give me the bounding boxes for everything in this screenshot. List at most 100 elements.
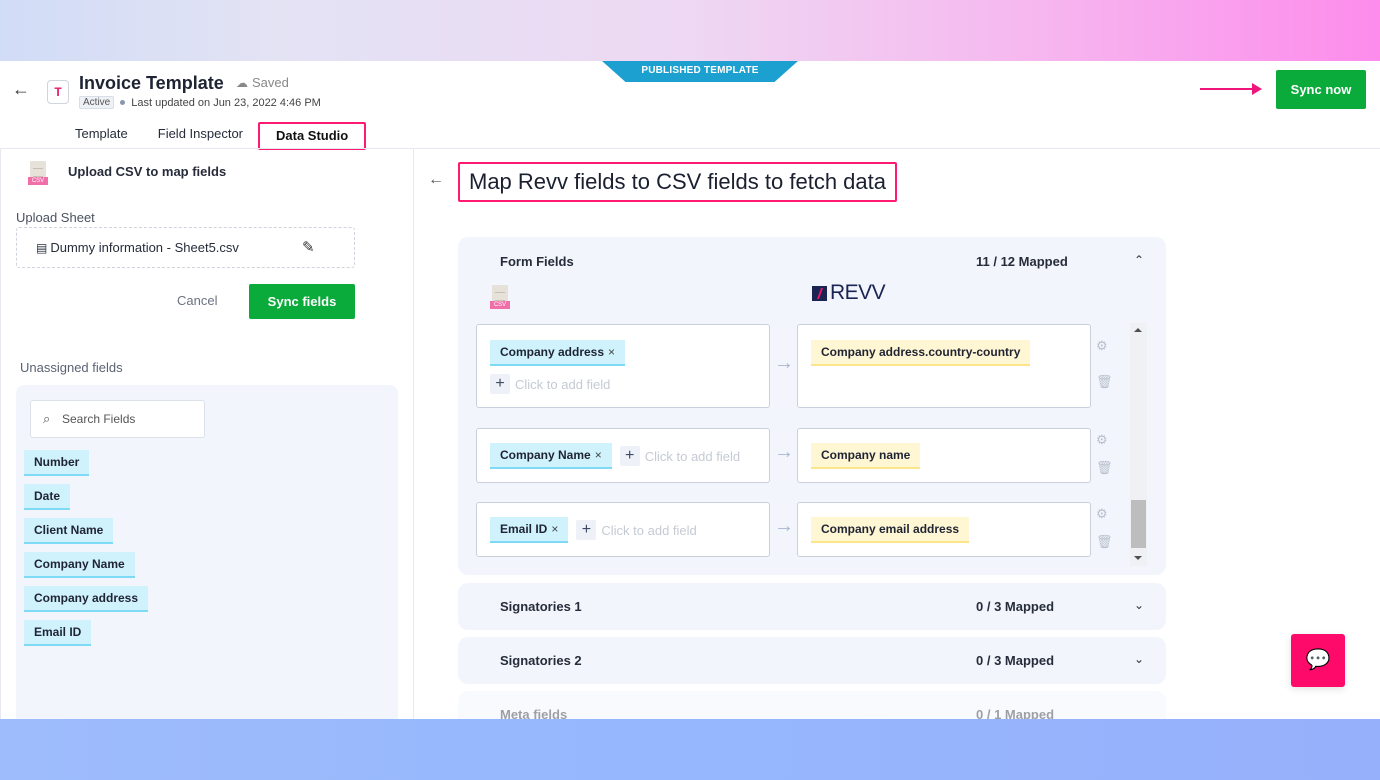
main-back-arrow-icon[interactable]: ← bbox=[428, 171, 444, 189]
trash-icon[interactable]: 🗑 bbox=[1096, 460, 1113, 476]
mapping-arrow-icon: → bbox=[774, 441, 794, 463]
trash-icon[interactable]: 🗑 bbox=[1096, 534, 1113, 550]
mapping-arrow-icon: → bbox=[774, 352, 794, 374]
revv-logo: REVV bbox=[812, 281, 886, 305]
revv-field-chip-wrap: Company address.country-country bbox=[811, 340, 1031, 366]
revv-field-chip: Company email address bbox=[811, 517, 970, 543]
tab-bar: Template Field Inspector Data Studio bbox=[60, 122, 367, 150]
add-field-placeholder: Click to add field bbox=[601, 522, 697, 538]
scroll-up-icon[interactable] bbox=[1134, 328, 1142, 332]
meta-line: Active Last updated on Jun 23, 2022 4:46… bbox=[79, 96, 321, 109]
section-meta-fields[interactable]: Meta fields 0 / 1 Mapped bbox=[458, 691, 1166, 719]
cancel-button[interactable]: Cancel bbox=[177, 293, 217, 308]
sync-fields-button[interactable]: Sync fields bbox=[249, 284, 355, 319]
unassigned-field-chip[interactable]: Client Name bbox=[24, 518, 114, 544]
csv-field-name: Company Name bbox=[500, 448, 591, 462]
add-field-button[interactable]: + Click to add field bbox=[490, 374, 610, 394]
unassigned-field-list: Number Date Client Name Company Name Com… bbox=[24, 450, 149, 646]
cloud-upload-icon: ☁ bbox=[236, 76, 248, 90]
document-initial: T bbox=[54, 85, 62, 99]
chat-icon: 💬 bbox=[1305, 649, 1331, 671]
unassigned-field-chip[interactable]: Email ID bbox=[24, 620, 92, 646]
revv-field-box[interactable]: Company name bbox=[797, 428, 1091, 483]
scroll-thumb[interactable] bbox=[1131, 500, 1146, 548]
csv-field-box[interactable]: Company Name × + Click to add field bbox=[476, 428, 770, 483]
csv-field-chip-wrap: Company address × bbox=[490, 340, 626, 366]
uploaded-file-box[interactable]: ▤ Dummy information - Sheet5.csv ✎ bbox=[16, 227, 355, 268]
remove-icon[interactable]: × bbox=[595, 448, 602, 462]
csv-field-chip[interactable]: Company address × bbox=[490, 340, 626, 366]
gear-icon[interactable]: ⚙ bbox=[1096, 432, 1108, 448]
back-arrow-icon[interactable]: ← bbox=[12, 79, 30, 100]
unassigned-fields-panel: ⌕ Number Date Client Name Company Name C… bbox=[16, 385, 398, 719]
section-title: Signatories 2 bbox=[500, 653, 582, 668]
revv-logo-text: REVV bbox=[830, 281, 886, 304]
mapping-arrow-icon: → bbox=[774, 515, 794, 537]
section-mapped-count: 11 / 12 Mapped bbox=[976, 254, 1068, 269]
tab-data-studio[interactable]: Data Studio bbox=[258, 122, 367, 150]
trash-icon[interactable]: 🗑 bbox=[1096, 374, 1113, 390]
chevron-up-icon[interactable]: ⌃ bbox=[1134, 253, 1144, 267]
revv-field-chip-wrap: Company email address bbox=[811, 517, 970, 543]
revv-logo-mark bbox=[812, 285, 827, 301]
saved-status-text: Saved bbox=[252, 75, 289, 90]
csv-field-chip[interactable]: Email ID × bbox=[490, 517, 569, 543]
left-panel: CSV Upload CSV to map fields Upload Shee… bbox=[0, 149, 414, 719]
page-title: Invoice Template bbox=[79, 73, 224, 93]
csv-field-box[interactable]: Company address × + Click to add field bbox=[476, 324, 770, 408]
last-updated: Last updated on Jun 23, 2022 4:46 PM bbox=[131, 96, 321, 109]
status-badge: Active bbox=[79, 96, 115, 109]
chevron-down-icon[interactable]: ⌄ bbox=[1134, 652, 1144, 666]
add-field-button[interactable]: + Click to add field bbox=[619, 446, 740, 466]
tab-template[interactable]: Template bbox=[60, 122, 143, 150]
csv-field-box[interactable]: Email ID × + Click to add field bbox=[476, 502, 770, 557]
csv-field-name: Company address bbox=[500, 345, 605, 359]
revv-field-box[interactable]: Company address.country-country bbox=[797, 324, 1091, 408]
left-panel-border bbox=[0, 149, 1, 719]
plus-icon: + bbox=[619, 446, 640, 466]
revv-field-chip: Company name bbox=[811, 443, 921, 469]
chat-button[interactable]: 💬 bbox=[1291, 634, 1345, 687]
file-name: Dummy information - Sheet5.csv bbox=[50, 240, 239, 255]
csv-column-icon: CSV bbox=[490, 285, 510, 311]
csv-file-label: CSV bbox=[28, 177, 48, 185]
scroll-down-icon[interactable] bbox=[1134, 556, 1142, 560]
search-input[interactable] bbox=[62, 401, 202, 437]
upload-title: Upload CSV to map fields bbox=[68, 164, 227, 179]
remove-icon[interactable]: × bbox=[608, 345, 615, 359]
section-signatories-2[interactable]: Signatories 2 0 / 3 Mapped ⌄ bbox=[458, 637, 1166, 684]
published-banner: PUBLISHED TEMPLATE bbox=[602, 61, 798, 82]
unassigned-field-chip[interactable]: Company Name bbox=[24, 552, 135, 578]
remove-icon[interactable]: × bbox=[551, 522, 558, 536]
add-field-button[interactable]: + Click to add field bbox=[576, 520, 697, 540]
file-icon: ▤ bbox=[36, 241, 48, 255]
bottom-gradient-band bbox=[0, 719, 1380, 780]
gear-icon[interactable]: ⚙ bbox=[1096, 506, 1108, 522]
unassigned-field-chip[interactable]: Date bbox=[24, 484, 71, 510]
search-icon: ⌕ bbox=[43, 411, 51, 426]
separator-dot bbox=[120, 100, 126, 105]
saved-status: ☁ Saved bbox=[236, 75, 289, 90]
gear-icon[interactable]: ⚙ bbox=[1096, 338, 1108, 354]
unassigned-field-chip[interactable]: Number bbox=[24, 450, 90, 476]
csv-field-chip[interactable]: Company Name × bbox=[490, 443, 612, 469]
plus-icon: + bbox=[576, 520, 597, 540]
main-title: Map Revv fields to CSV fields to fetch d… bbox=[458, 162, 897, 202]
mapping-scrollbar[interactable] bbox=[1130, 323, 1147, 566]
csv-file-label: CSV bbox=[490, 301, 510, 309]
plus-icon: + bbox=[490, 374, 510, 394]
section-mapped-count: 0 / 1 Mapped bbox=[976, 707, 1055, 719]
section-title: Signatories 1 bbox=[500, 599, 582, 614]
section-signatories-1[interactable]: Signatories 1 0 / 3 Mapped ⌄ bbox=[458, 583, 1166, 630]
chevron-down-icon[interactable]: ⌄ bbox=[1134, 598, 1144, 612]
section-mapped-count: 0 / 3 Mapped bbox=[976, 599, 1055, 614]
section-title: Meta fields bbox=[500, 707, 568, 719]
unassigned-field-chip[interactable]: Company address bbox=[24, 586, 149, 612]
tab-field-inspector[interactable]: Field Inspector bbox=[143, 122, 258, 150]
unassigned-fields-label: Unassigned fields bbox=[20, 360, 123, 375]
revv-field-chip-wrap: Company name bbox=[811, 443, 921, 469]
sync-now-button[interactable]: Sync now bbox=[1276, 70, 1366, 109]
edit-icon[interactable]: ✎ bbox=[302, 238, 315, 256]
top-gradient-band bbox=[0, 0, 1380, 61]
revv-field-box[interactable]: Company email address bbox=[797, 502, 1091, 557]
